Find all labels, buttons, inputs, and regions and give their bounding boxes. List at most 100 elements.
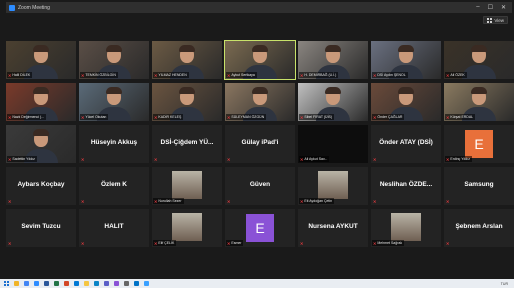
participant-hair — [398, 87, 414, 94]
word-icon[interactable] — [44, 281, 49, 286]
participant-tile[interactable]: ✕ Mehmet Sağrak — [371, 209, 441, 247]
mic-muted-icon: ✕ — [300, 72, 304, 78]
participant-name: YILMAZ HENDEN — [158, 73, 187, 77]
participant-hair — [325, 87, 341, 94]
participant-tile[interactable]: ✕ Nurullah Sezer — [152, 167, 222, 205]
participant-tile[interactable]: HALIT ✕ — [79, 209, 149, 247]
start-button[interactable] — [4, 281, 9, 286]
participant-name: Mehmet Sağrak — [377, 241, 403, 245]
mic-muted-icon: ✕ — [446, 156, 450, 162]
participant-tile[interactable]: ✕ Sibel FIRAT (ÜİS) — [298, 83, 368, 121]
participant-tile[interactable]: ✕ Ali ÖZEK — [444, 41, 514, 79]
window-title: Zoom Meeting — [18, 4, 50, 11]
explorer-icon[interactable] — [14, 281, 19, 286]
mic-muted-icon: ✕ — [373, 72, 377, 78]
participant-tile[interactable]: ✕ Ali Aykut Sav... — [298, 125, 368, 163]
profile-photo — [391, 213, 421, 241]
participant-display-name: DSİ-Çiğdem YÜ... — [160, 139, 214, 146]
participant-display-name: Özlem K — [100, 181, 127, 188]
mic-muted-icon: ✕ — [8, 72, 12, 78]
participant-name: H. DEMİRBAĞ (U.İ.) — [304, 73, 337, 77]
participant-name-label: ✕ Ali ÖZEK — [445, 72, 467, 78]
participant-tile[interactable]: ✕ SÜLEYMAN ÖZGÜN — [225, 83, 295, 121]
participant-tile[interactable]: Hüseyin Akkuş ✕ — [79, 125, 149, 163]
view-button[interactable]: View — [483, 16, 508, 24]
participant-tile[interactable]: E ✕ Erdinç Yıldız — [444, 125, 514, 163]
participant-tile[interactable]: Nursena AYKUT ✕ — [298, 209, 368, 247]
mic-muted-icon: ✕ — [81, 241, 85, 246]
teams-icon[interactable] — [104, 281, 109, 286]
participant-hair — [398, 45, 414, 52]
chrome-icon[interactable] — [24, 281, 29, 286]
minimize-button[interactable]: – — [476, 4, 479, 11]
participant-tile[interactable]: Önder ATAY (DSİ) ✕ — [371, 125, 441, 163]
participant-hair — [471, 45, 487, 52]
participant-name-label: ✕ DSİ Aydın ŞENOL — [372, 72, 408, 78]
participant-tile[interactable]: ✕ Elif ÇELİK — [152, 209, 222, 247]
mic-muted-icon: ✕ — [300, 114, 304, 120]
participant-tile[interactable]: Güven ✕ — [225, 167, 295, 205]
photos-icon[interactable] — [114, 281, 119, 286]
folder-icon[interactable] — [84, 281, 89, 286]
initial-avatar: E — [465, 130, 493, 158]
participant-name: Nazlı Değirmenci (... — [12, 115, 45, 119]
zoom-icon[interactable] — [34, 281, 39, 286]
mail-icon[interactable] — [134, 281, 139, 286]
participant-tile[interactable]: ✕ Halil DİLEK — [6, 41, 76, 79]
participant-name: Sadettin Yıldız — [12, 157, 35, 161]
participant-display-name: Neslihan ÖZDE... — [379, 181, 433, 188]
edge-icon[interactable] — [94, 281, 99, 286]
profile-photo — [172, 213, 202, 241]
close-button[interactable]: ✕ — [501, 4, 506, 11]
participant-tile[interactable]: ✕ Sadettin Yıldız — [6, 125, 76, 163]
participant-tile[interactable]: Şebnem Arslan ✕ — [444, 209, 514, 247]
participant-display-name: Güven — [249, 181, 271, 188]
participant-name: Ali ÖZEK — [450, 73, 465, 77]
participant-name: DSİ Aydın ŞENOL — [377, 73, 406, 77]
participant-tile[interactable]: Neslihan ÖZDE... ✕ — [371, 167, 441, 205]
mic-muted-icon: ✕ — [373, 240, 377, 246]
window-controls: – ☐ ✕ — [476, 4, 506, 11]
participant-tile[interactable]: ✕ Yücel Okutan — [79, 83, 149, 121]
excel-icon[interactable] — [54, 281, 59, 286]
participant-name-label: ✕ Mehmet Sağrak — [372, 240, 405, 246]
participant-tile[interactable]: ✕ Eti Aydoğan Çetin — [298, 167, 368, 205]
outlook-icon[interactable] — [74, 281, 79, 286]
participant-tile[interactable]: DSİ-Çiğdem YÜ... ✕ — [152, 125, 222, 163]
participant-tile[interactable]: Samsung ✕ — [444, 167, 514, 205]
participant-tile[interactable]: ✕ Aykut Sertkaya — [224, 40, 296, 80]
participant-tile[interactable]: ✕ Nazlı Değirmenci (... — [6, 83, 76, 121]
maximize-button[interactable]: ☐ — [488, 4, 493, 11]
participant-tile[interactable]: ✕ Kürşat ERDAL — [444, 83, 514, 121]
settings-icon[interactable] — [124, 281, 129, 286]
store-icon[interactable] — [144, 281, 149, 286]
participant-name-label: ✕ Ali Aykut Sav... — [299, 156, 330, 162]
mic-muted-icon: ✕ — [227, 157, 231, 162]
participant-tile[interactable]: Özlem K ✕ — [79, 167, 149, 205]
mic-muted-icon: ✕ — [81, 72, 85, 78]
participant-tile[interactable]: Gülay iPad'i ✕ — [225, 125, 295, 163]
participant-tile[interactable]: ✕ KADİR KELEŞ — [152, 83, 222, 121]
participant-tile[interactable]: ✕ H. DEMİRBAĞ (U.İ.) — [298, 41, 368, 79]
powerpoint-icon[interactable] — [64, 281, 69, 286]
mic-muted-icon: ✕ — [300, 156, 304, 162]
participant-tile[interactable]: Aybars Koçbay ✕ — [6, 167, 76, 205]
participant-name-label: ✕ TEMKİN ÖZBİLGİN — [80, 72, 118, 78]
view-button-label: View — [494, 17, 504, 23]
language-indicator[interactable]: TUR — [501, 282, 508, 286]
participant-tile[interactable]: ✕ Önder ÇAĞLAR — [371, 83, 441, 121]
participant-tile[interactable]: Sevim Tuzcu ✕ — [6, 209, 76, 247]
participant-name: Kürşat ERDAL — [450, 115, 474, 119]
participant-tile[interactable]: ✕ TEMKİN ÖZBİLGİN — [79, 41, 149, 79]
participant-name: TEMKİN ÖZBİLGİN — [85, 73, 116, 77]
participant-tile[interactable]: ✕ DSİ Aydın ŞENOL — [371, 41, 441, 79]
mic-muted-icon: ✕ — [81, 114, 85, 120]
participant-name: Halil DİLEK — [12, 73, 31, 77]
participant-tile[interactable]: ✕ YILMAZ HENDEN — [152, 41, 222, 79]
participant-tile[interactable]: E ✕ Esmer — [225, 209, 295, 247]
participant-hair — [33, 129, 49, 136]
mic-muted-icon: ✕ — [373, 157, 377, 162]
participant-name-label: ✕ Nurullah Sezer — [153, 198, 184, 204]
participant-display-name: Şebnem Arslan — [455, 223, 503, 230]
participant-name: Esmer — [231, 241, 242, 245]
